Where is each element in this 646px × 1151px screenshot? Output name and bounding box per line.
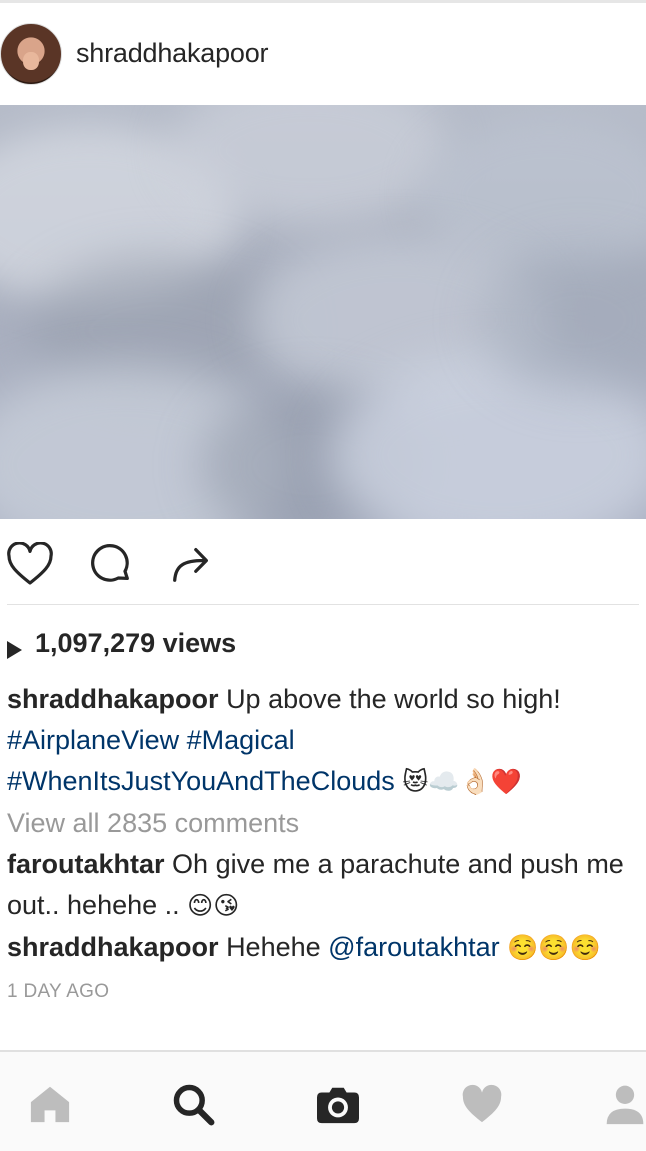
bottom-nav bbox=[0, 1050, 646, 1151]
post-actions bbox=[0, 519, 646, 605]
nav-activity[interactable] bbox=[457, 1082, 507, 1126]
play-icon bbox=[7, 641, 22, 659]
camera-icon bbox=[317, 1087, 359, 1124]
profile-icon bbox=[606, 1085, 644, 1125]
comment-username[interactable]: faroutakhtar bbox=[7, 849, 165, 879]
nav-search[interactable] bbox=[168, 1082, 218, 1126]
caption-username[interactable]: shraddhakapoor bbox=[7, 684, 219, 714]
post-timestamp: 1 DAY AGO bbox=[7, 981, 110, 1002]
like-button[interactable] bbox=[5, 539, 55, 589]
comment-mention[interactable]: @faroutakhtar bbox=[328, 932, 500, 962]
comment-bubble-icon bbox=[91, 544, 129, 582]
comment-item: shraddhakapoor Hehehe @faroutakhtar ☺️☺️… bbox=[7, 927, 637, 969]
caption-text: Up above the world so high! bbox=[226, 684, 561, 714]
heart-icon bbox=[462, 1084, 502, 1123]
caption-block: shraddhakapoor Up above the world so hig… bbox=[7, 679, 637, 969]
share-arrow-icon bbox=[173, 547, 208, 582]
divider bbox=[7, 604, 639, 605]
caption-emojis: 😻☁️👌🏻❤️ bbox=[402, 768, 522, 796]
heart-outline-icon bbox=[7, 542, 53, 585]
comment-button[interactable] bbox=[86, 539, 136, 589]
comment-emojis: ☺️☺️☺️ bbox=[507, 934, 601, 962]
caption-line: shraddhakapoor Up above the world so hig… bbox=[7, 679, 637, 720]
view-all-comments-link[interactable]: View all 2835 comments bbox=[7, 808, 299, 838]
nav-profile[interactable] bbox=[600, 1082, 646, 1126]
post-username[interactable]: shraddhakapoor bbox=[76, 38, 269, 69]
comment-emojis: 😊😘 bbox=[187, 892, 240, 920]
avatar[interactable] bbox=[0, 23, 62, 85]
post-header: shraddhakapoor bbox=[0, 3, 646, 103]
home-icon bbox=[30, 1086, 70, 1123]
comment-text: Hehehe bbox=[226, 932, 321, 962]
comment-username[interactable]: shraddhakapoor bbox=[7, 932, 219, 962]
caption-hashtags[interactable]: #AirplaneView #Magical bbox=[7, 725, 295, 755]
search-icon bbox=[173, 1084, 215, 1126]
caption-hashtag-clouds[interactable]: #WhenItsJustYouAndTheClouds bbox=[7, 766, 395, 796]
post-photo[interactable] bbox=[0, 105, 646, 519]
nav-home[interactable] bbox=[25, 1082, 75, 1126]
comment-item: faroutakhtar Oh give me a parachute and … bbox=[7, 844, 637, 927]
views-count[interactable]: 1,097,279 views bbox=[7, 627, 236, 659]
share-button[interactable] bbox=[166, 539, 216, 589]
views-text: 1,097,279 views bbox=[35, 627, 237, 658]
nav-camera[interactable] bbox=[313, 1082, 363, 1126]
